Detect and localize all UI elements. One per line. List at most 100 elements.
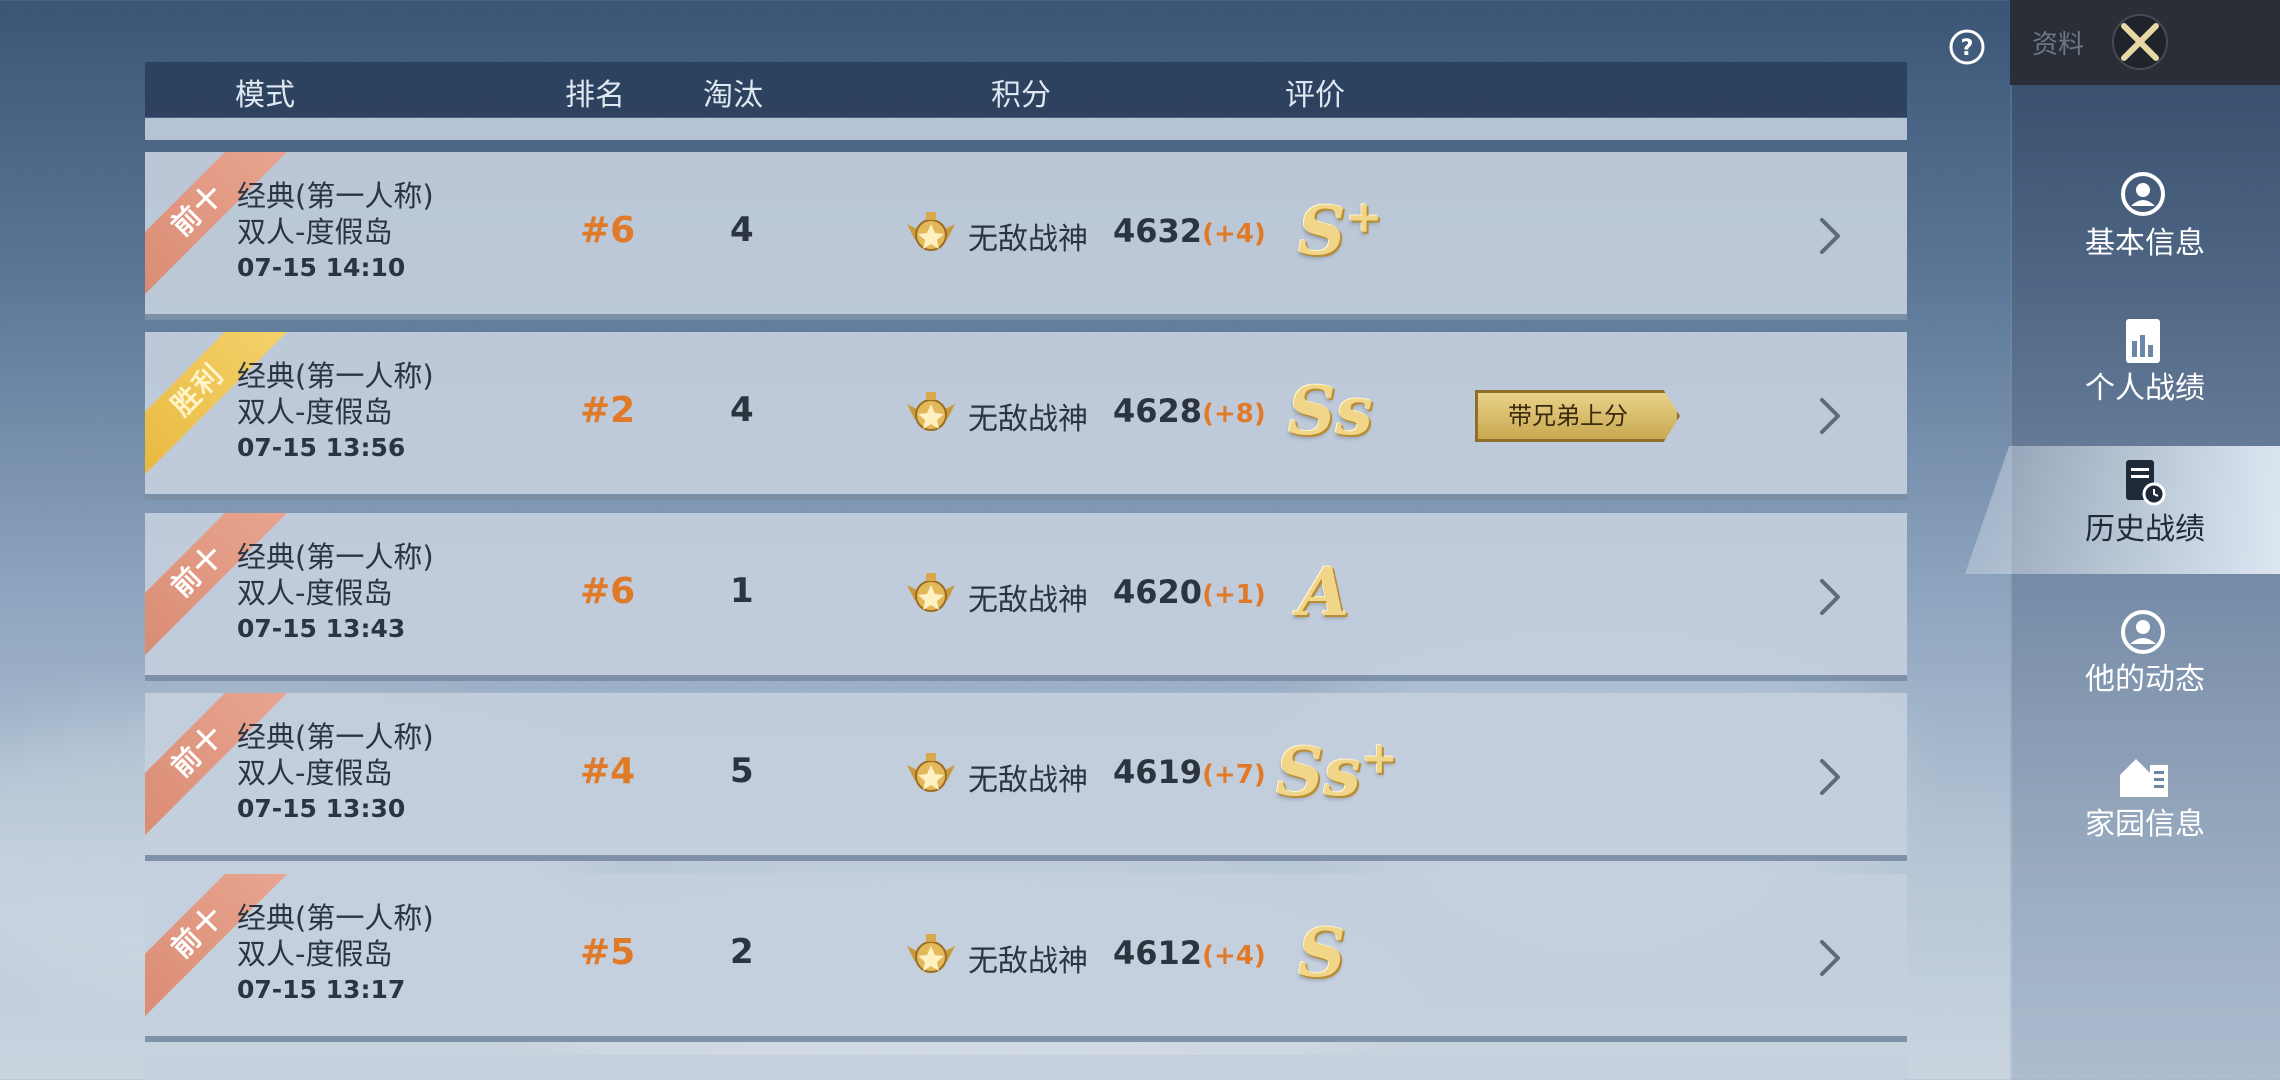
match-kills: 4 (730, 390, 754, 430)
svg-text:?: ? (1961, 36, 1974, 61)
map-name: 双人-度假岛 (237, 756, 393, 790)
match-row[interactable]: 前十 经典(第一人称) 双人-度假岛 07-15 13:17 #5 2 无敌战神… (145, 874, 1907, 1042)
match-rank: #2 (580, 390, 636, 431)
match-info: 经典(第一人称) 双人-度假岛 07-15 13:17 (237, 900, 434, 1008)
mode-name: 经典(第一人称) (237, 540, 434, 574)
sidebar-item-label: 他的动态 (2085, 662, 2205, 697)
score-value: 4628 (1113, 392, 1203, 430)
sidebar-item-home-info[interactable]: 家园信息 (2010, 741, 2280, 871)
map-name: 双人-度假岛 (237, 576, 393, 610)
match-row-partial (145, 1055, 1907, 1080)
close-icon[interactable] (2110, 12, 2170, 72)
match-row[interactable]: 胜利 经典(第一人称) 双人-度假岛 07-15 13:56 #2 4 无敌战神… (145, 332, 1907, 500)
chevron-right-icon[interactable] (1810, 575, 1850, 619)
match-grade: Ss+ (1276, 733, 1398, 811)
activity-icon (2121, 610, 2165, 654)
tier-name: 无敌战神 (968, 944, 1088, 979)
match-date: 07-15 13:30 (237, 794, 406, 823)
score-delta: (+4) (1202, 219, 1266, 249)
tier-badge-icon (907, 212, 955, 251)
tier-name: 无敌战神 (968, 222, 1088, 257)
map-name: 双人-度假岛 (237, 215, 393, 249)
column-grade: 评价 (1285, 78, 1345, 113)
header-divider (145, 118, 1907, 140)
sidebar-item-label: 基本信息 (2085, 226, 2205, 261)
stats-icon (2126, 319, 2160, 363)
match-score: 4628(+8) (1113, 392, 1266, 430)
history-icon (2126, 460, 2166, 506)
grade-plus: + (1360, 733, 1398, 784)
grade-letter: S (1298, 914, 1346, 992)
match-info: 经典(第一人称) 双人-度假岛 07-15 13:30 (237, 719, 434, 827)
carry-tag: 带兄弟上分 (1475, 390, 1680, 442)
profile-icon (2121, 172, 2165, 216)
tier-badge-icon (907, 392, 955, 431)
map-name: 双人-度假岛 (237, 395, 393, 429)
match-row[interactable]: 前十 经典(第一人称) 双人-度假岛 07-15 13:30 #4 5 无敌战神… (145, 693, 1907, 861)
mode-name: 经典(第一人称) (237, 720, 434, 754)
match-info: 经典(第一人称) 双人-度假岛 07-15 13:43 (237, 539, 434, 647)
match-score: 4632(+4) (1113, 212, 1266, 250)
tier-name: 无敌战神 (968, 402, 1088, 437)
match-rank: #6 (580, 210, 636, 251)
score-delta: (+4) (1202, 941, 1266, 971)
mode-name: 经典(第一人称) (237, 179, 434, 213)
chevron-right-icon[interactable] (1810, 755, 1850, 799)
match-kills: 2 (730, 932, 754, 972)
home-icon (2120, 759, 2168, 797)
sidebar-item-label: 个人战绩 (2085, 371, 2205, 406)
score-delta: (+1) (1202, 580, 1266, 610)
mode-name: 经典(第一人称) (237, 359, 434, 393)
column-kills: 淘汰 (703, 78, 763, 113)
grade-letter: A (1298, 553, 1350, 631)
match-date: 07-15 13:43 (237, 614, 406, 643)
grade-plus: + (1345, 192, 1383, 243)
match-date: 07-15 13:56 (237, 433, 406, 462)
score-value: 4620 (1113, 573, 1203, 611)
column-score: 积分 (991, 78, 1051, 113)
sidebar-item-match-history[interactable]: 历史战绩 (1965, 446, 2280, 576)
match-row[interactable]: 前十 经典(第一人称) 双人-度假岛 07-15 14:10 #6 4 无敌战神… (145, 152, 1907, 320)
match-rank: #5 (580, 932, 636, 973)
match-kills: 1 (730, 571, 754, 611)
match-grade: Ss (1288, 372, 1373, 450)
chevron-right-icon[interactable] (1810, 214, 1850, 258)
tier-name: 无敌战神 (968, 763, 1088, 798)
tier-badge-icon (907, 753, 955, 792)
tier-name: 无敌战神 (968, 583, 1088, 618)
mode-name: 经典(第一人称) (237, 901, 434, 935)
score-delta: (+7) (1202, 760, 1266, 790)
sidebar-item-activity[interactable]: 他的动态 (2010, 596, 2280, 726)
sidebar-item-label: 家园信息 (2085, 807, 2205, 842)
chevron-right-icon[interactable] (1810, 936, 1850, 980)
sidebar-item-label: 历史战绩 (2085, 512, 2205, 547)
match-grade: A (1298, 553, 1349, 631)
sidebar-item-personal-stats[interactable]: 个人战绩 (2010, 305, 2280, 435)
grade-letter: Ss (1276, 733, 1361, 811)
match-score: 4619(+7) (1113, 753, 1266, 791)
match-score: 4612(+4) (1113, 934, 1266, 972)
column-mode: 模式 (235, 78, 295, 113)
tier-badge-icon (907, 934, 955, 973)
match-row[interactable]: 前十 经典(第一人称) 双人-度假岛 07-15 13:43 #6 1 无敌战神… (145, 513, 1907, 681)
table-header: 模式 排名 淘汰 积分 评价 (145, 62, 1907, 117)
sidebar-item-basic-info[interactable]: 基本信息 (2010, 160, 2280, 290)
match-kills: 5 (730, 751, 754, 791)
match-date: 07-15 13:17 (237, 975, 406, 1004)
match-grade: S (1298, 914, 1346, 992)
score-delta: (+8) (1202, 399, 1266, 429)
match-date: 07-15 14:10 (237, 253, 406, 282)
match-rank: #6 (580, 571, 636, 612)
column-rank: 排名 (565, 78, 625, 113)
score-value: 4619 (1113, 753, 1203, 791)
score-value: 4612 (1113, 934, 1203, 972)
match-info: 经典(第一人称) 双人-度假岛 07-15 14:10 (237, 178, 434, 286)
match-score: 4620(+1) (1113, 573, 1266, 611)
chevron-right-icon[interactable] (1810, 394, 1850, 438)
grade-letter: Ss (1288, 372, 1373, 450)
match-kills: 4 (730, 210, 754, 250)
match-rank: #4 (580, 751, 636, 792)
help-icon[interactable]: ? (1948, 28, 1986, 66)
tier-badge-icon (907, 573, 955, 612)
grade-letter: S (1298, 192, 1346, 270)
